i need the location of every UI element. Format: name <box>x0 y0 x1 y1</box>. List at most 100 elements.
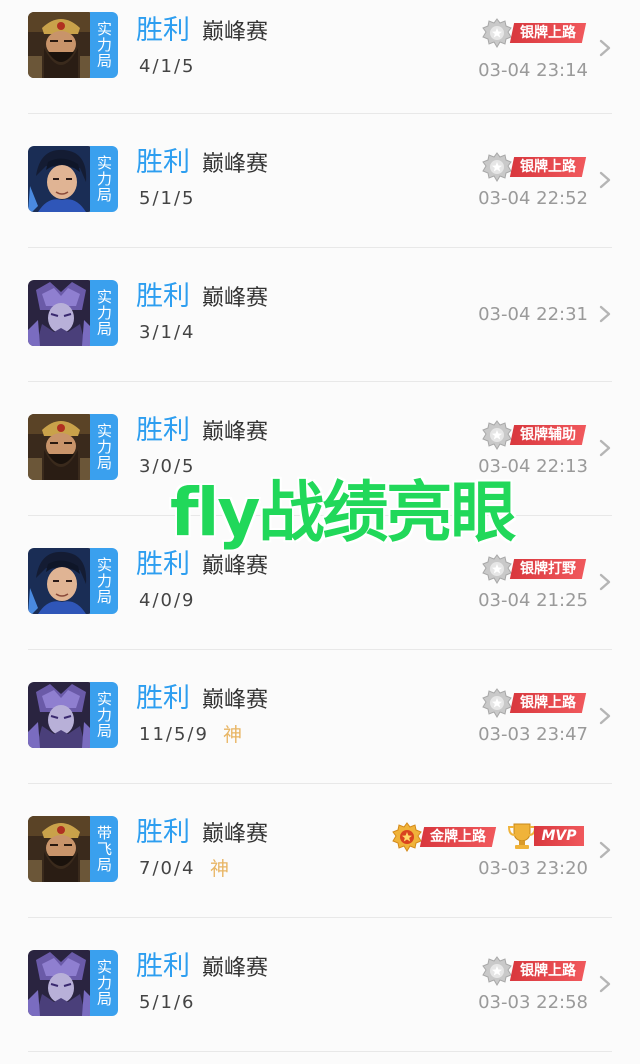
match-time: 03-04 23:14 <box>478 60 588 81</box>
god-tag: 神 <box>210 858 230 880</box>
match-result: 胜利 <box>136 817 190 848</box>
kda-score: 11/5/9 <box>139 724 209 745</box>
silver-medal-icon <box>482 152 512 182</box>
silver-medal-icon <box>482 956 512 986</box>
match-mode: 巅峰赛 <box>202 956 269 981</box>
rank-badge-label: 银牌打野 <box>509 559 587 579</box>
hero-avatar-group: 实力局 <box>28 146 118 212</box>
rank-badge: 银牌上路 <box>478 956 587 986</box>
hero-bearded-warrior-icon <box>28 816 94 882</box>
match-mode: 巅峰赛 <box>202 20 269 45</box>
hero-avatar-group: 实力局 <box>28 414 118 480</box>
hero-blue-hair-icon <box>28 548 94 614</box>
silver-medal-icon <box>482 18 512 48</box>
overlay-caption: fly战绩亮眼 <box>170 474 516 551</box>
rank-badge-text: 金牌上路 <box>430 829 486 845</box>
rank-badge-label: 银牌上路 <box>509 23 587 43</box>
rank-badge-label: 银牌上路 <box>509 693 587 713</box>
match-row[interactable]: 实力局 胜利 巅峰赛 4/1/5 03-04 23:14 银牌上路 <box>28 0 612 114</box>
rank-badge-text: 银牌上路 <box>520 159 576 175</box>
match-row[interactable]: 实力局 胜利 巅峰赛 3/1/4 03-04 22:31 <box>28 248 612 382</box>
rank-badge-label: 银牌辅助 <box>509 425 587 445</box>
match-time: 03-04 22:52 <box>478 188 588 209</box>
match-mode: 巅峰赛 <box>202 286 269 311</box>
match-result: 胜利 <box>136 15 190 46</box>
match-time: 03-03 22:58 <box>478 992 588 1013</box>
hero-avatar-group: 实力局 <box>28 280 118 346</box>
match-row[interactable]: 实力局 胜利 巅峰赛 5/1/6 03-03 22:58 银牌上路 <box>28 918 612 1052</box>
match-mode: 巅峰赛 <box>202 688 269 713</box>
gold-medal-icon <box>392 822 422 852</box>
rank-badge-label: 金牌上路 <box>419 827 497 847</box>
kda-score: 7/0/4 <box>139 858 196 879</box>
hero-blue-hair-icon <box>28 146 94 212</box>
chevron-right-icon[interactable] <box>598 438 612 458</box>
match-time: 03-03 23:20 <box>478 858 588 879</box>
hero-purple-armor-icon <box>28 682 94 748</box>
rank-badge: 银牌打野 <box>478 554 587 584</box>
hero-bearded-warrior-icon <box>28 12 94 78</box>
mode-badge: 实力局 <box>90 414 118 480</box>
match-time: 03-03 23:47 <box>478 724 588 745</box>
rank-badge: 银牌上路 <box>478 152 587 182</box>
match-result: 胜利 <box>136 281 190 312</box>
hero-avatar-group: 实力局 <box>28 12 118 78</box>
mvp-label: MVP <box>534 826 584 846</box>
rank-badge-text: 银牌打野 <box>520 561 576 577</box>
rank-badge-text: 银牌辅助 <box>520 427 576 443</box>
mvp-badge: MVP <box>506 820 586 852</box>
chevron-right-icon[interactable] <box>598 170 612 190</box>
match-mode: 巅峰赛 <box>202 152 269 177</box>
rank-badge: 银牌辅助 <box>478 420 587 450</box>
chevron-right-icon[interactable] <box>598 304 612 324</box>
kda-score: 3/1/4 <box>139 322 196 343</box>
mode-badge: 实力局 <box>90 950 118 1016</box>
rank-badge-label: 银牌上路 <box>509 157 587 177</box>
kda-score: 4/0/9 <box>139 590 196 611</box>
rank-badge: 银牌上路 <box>478 18 587 48</box>
match-result: 胜利 <box>136 951 190 982</box>
match-mode: 巅峰赛 <box>202 420 269 445</box>
rank-badge-label: 银牌上路 <box>509 961 587 981</box>
rank-badge: 金牌上路 <box>388 822 497 852</box>
silver-medal-icon <box>482 554 512 584</box>
hero-avatar-group: 带飞局 <box>28 816 118 882</box>
mode-badge: 实力局 <box>90 682 118 748</box>
rank-badge-text: 银牌上路 <box>520 963 576 979</box>
hero-avatar-group: 实力局 <box>28 682 118 748</box>
hero-purple-armor-icon <box>28 280 94 346</box>
kda-score: 4/1/5 <box>139 56 196 77</box>
chevron-right-icon[interactable] <box>598 706 612 726</box>
match-row[interactable]: 带飞局 胜利 巅峰赛 7/0/4 神 03-03 23:20 金牌上路 MVP <box>28 784 612 918</box>
match-mode: 巅峰赛 <box>202 822 269 847</box>
silver-medal-icon <box>482 688 512 718</box>
god-tag: 神 <box>223 724 243 746</box>
kda-score: 5/1/6 <box>139 992 196 1013</box>
chevron-right-icon[interactable] <box>598 974 612 994</box>
chevron-right-icon[interactable] <box>598 572 612 592</box>
mode-badge: 实力局 <box>90 280 118 346</box>
hero-avatar-group: 实力局 <box>28 950 118 1016</box>
hero-bearded-warrior-icon <box>28 414 94 480</box>
match-time: 03-04 22:31 <box>478 304 588 325</box>
rank-badge-text: 银牌上路 <box>520 25 576 41</box>
match-result: 胜利 <box>136 147 190 178</box>
mode-badge: 带飞局 <box>90 816 118 882</box>
hero-purple-armor-icon <box>28 950 94 1016</box>
mode-badge: 实力局 <box>90 548 118 614</box>
match-result: 胜利 <box>136 549 190 580</box>
match-mode: 巅峰赛 <box>202 554 269 579</box>
silver-medal-icon <box>482 420 512 450</box>
chevron-right-icon[interactable] <box>598 38 612 58</box>
rank-badge-text: 银牌上路 <box>520 695 576 711</box>
hero-avatar-group: 实力局 <box>28 548 118 614</box>
match-row[interactable]: 实力局 胜利 巅峰赛 11/5/9 神 03-03 23:47 银牌上路 <box>28 650 612 784</box>
match-result: 胜利 <box>136 683 190 714</box>
match-time: 03-04 21:25 <box>478 590 588 611</box>
rank-badge: 银牌上路 <box>478 688 587 718</box>
match-result: 胜利 <box>136 415 190 446</box>
match-row[interactable]: 实力局 胜利 巅峰赛 5/1/5 03-04 22:52 银牌上路 <box>28 114 612 248</box>
mode-badge: 实力局 <box>90 146 118 212</box>
chevron-right-icon[interactable] <box>598 840 612 860</box>
mode-badge: 实力局 <box>90 12 118 78</box>
